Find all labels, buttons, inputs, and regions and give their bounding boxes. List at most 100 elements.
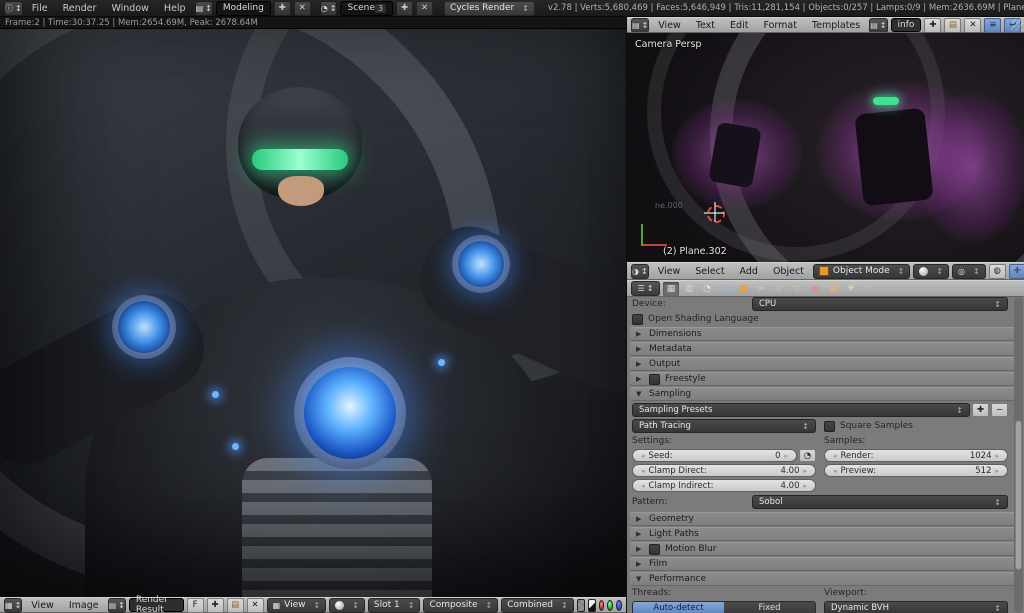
- view-mode-select[interactable]: ▦ View ↕: [267, 598, 327, 613]
- panel-performance[interactable]: ▼ Performance: [630, 572, 1020, 586]
- render-engine-select[interactable]: Cycles Render ↕: [444, 1, 535, 16]
- editor-type-info-button[interactable]: ⓘ↕: [4, 1, 23, 16]
- increment-arrow-icon[interactable]: ▸: [995, 467, 999, 475]
- image-datablock-field[interactable]: Render Result: [129, 598, 184, 612]
- world-tab-icon[interactable]: ◍: [717, 282, 733, 296]
- osl-checkbox[interactable]: [632, 314, 643, 325]
- freestyle-checkbox[interactable]: [649, 374, 660, 385]
- add-layout-button[interactable]: ✚: [274, 1, 291, 16]
- render-pass-select[interactable]: Combined ↕: [501, 598, 573, 613]
- texture-tab-icon[interactable]: ▩: [825, 282, 841, 296]
- panel-light-paths[interactable]: ▶ Light Paths: [630, 527, 1020, 541]
- square-samples-checkbox[interactable]: [824, 421, 835, 432]
- line-numbers-toggle-icon[interactable]: ≡: [984, 18, 1001, 33]
- pack-image-icon[interactable]: ▤: [227, 598, 244, 613]
- menu-format[interactable]: Format: [757, 20, 802, 31]
- remove-preset-button[interactable]: −: [991, 403, 1008, 417]
- translate-manipulator-icon[interactable]: ✛: [1009, 264, 1024, 279]
- scene-browse-button[interactable]: ◔↕: [320, 1, 338, 16]
- pin-sphere-select[interactable]: ↕: [329, 598, 365, 613]
- decrement-arrow-icon[interactable]: ◂: [833, 467, 837, 475]
- material-tab-icon[interactable]: ◉: [807, 282, 823, 296]
- panel-dimensions[interactable]: ▶ Dimensions: [630, 327, 1020, 341]
- editor-type-properties-button[interactable]: ☰↕: [631, 281, 660, 296]
- menu-view[interactable]: View: [652, 266, 687, 277]
- new-text-button[interactable]: ✚: [924, 18, 941, 33]
- screen-layout-field[interactable]: Modeling: [216, 1, 271, 16]
- fake-user-button[interactable]: F: [187, 598, 204, 613]
- modifiers-tab-icon[interactable]: ⚙: [771, 282, 787, 296]
- decrement-arrow-icon[interactable]: ◂: [833, 452, 837, 460]
- physics-tab-icon[interactable]: ◌: [861, 282, 877, 296]
- manipulator-toggle-icon[interactable]: ◍: [989, 264, 1006, 279]
- render-samples-field[interactable]: ◂ Render: 1024 ▸: [824, 449, 1008, 462]
- pivot-point-select[interactable]: ◎ ↕: [952, 264, 986, 279]
- decrement-arrow-icon[interactable]: ◂: [641, 452, 645, 460]
- green-channel-icon[interactable]: [607, 600, 613, 611]
- editor-type-text-button[interactable]: ▤↕: [631, 18, 649, 33]
- screen-layout-browse-button[interactable]: ▤↕: [195, 1, 213, 16]
- menu-select[interactable]: Select: [689, 266, 730, 277]
- red-channel-icon[interactable]: [599, 600, 605, 611]
- text-datablock-field[interactable]: info: [891, 18, 922, 32]
- panel-geometry[interactable]: ▶ Geometry: [630, 512, 1020, 526]
- increment-arrow-icon[interactable]: ▸: [784, 452, 788, 460]
- region-resize-grip[interactable]: [1011, 19, 1023, 31]
- panel-metadata[interactable]: ▶ Metadata: [630, 342, 1020, 356]
- render-slot-select[interactable]: Slot 1 ↕: [368, 598, 421, 613]
- fixed-button[interactable]: Fixed: [724, 602, 815, 613]
- device-select[interactable]: CPU ↕: [752, 297, 1008, 311]
- blue-channel-icon[interactable]: [616, 600, 622, 611]
- new-image-button[interactable]: ✚: [207, 598, 224, 613]
- seed-field[interactable]: ◂ Seed: 0 ▸: [632, 449, 797, 462]
- delete-scene-button[interactable]: ✕: [416, 1, 433, 16]
- integrator-select[interactable]: Path Tracing ↕: [632, 419, 816, 433]
- render-tab-icon[interactable]: ▦: [663, 282, 679, 296]
- render-result-image[interactable]: [0, 29, 626, 598]
- panel-output[interactable]: ▶ Output: [630, 357, 1020, 371]
- increment-arrow-icon[interactable]: ▸: [803, 482, 807, 490]
- menu-templates[interactable]: Templates: [806, 20, 866, 31]
- menu-text[interactable]: Text: [690, 20, 721, 31]
- particles-tab-icon[interactable]: ✳: [843, 282, 859, 296]
- menu-object[interactable]: Object: [767, 266, 810, 277]
- data-tab-icon[interactable]: ▽: [789, 282, 805, 296]
- interaction-mode-select[interactable]: Object Mode ↕: [813, 264, 910, 279]
- panel-film[interactable]: ▶ Film: [630, 557, 1020, 571]
- delete-layout-button[interactable]: ✕: [294, 1, 311, 16]
- animate-seed-clock-icon[interactable]: ◔: [799, 449, 816, 462]
- menu-help[interactable]: Help: [158, 3, 192, 14]
- properties-scrollbar-thumb[interactable]: [1015, 420, 1022, 570]
- menu-view[interactable]: View: [652, 20, 687, 31]
- menu-view[interactable]: View: [25, 600, 60, 611]
- pack-text-icon[interactable]: ▤: [944, 18, 961, 33]
- auto-detect-button[interactable]: Auto-detect: [633, 602, 724, 613]
- object-tab-icon[interactable]: ■: [735, 282, 751, 296]
- sampling-presets-select[interactable]: Sampling Presets ↕: [632, 403, 970, 417]
- panel-sampling[interactable]: ▼ Sampling: [630, 387, 1020, 401]
- constraints-tab-icon[interactable]: ∞: [753, 282, 769, 296]
- pattern-select[interactable]: Sobol ↕: [752, 495, 1008, 509]
- image-browse-button[interactable]: ▤↕: [108, 598, 126, 613]
- add-scene-button[interactable]: ✚: [396, 1, 413, 16]
- unlink-image-button[interactable]: ✕: [247, 598, 264, 613]
- clamp-direct-field[interactable]: ◂ Clamp Direct: 4.00 ▸: [632, 464, 816, 477]
- 3d-viewport[interactable]: Camera Persp ne.000 (2) Plane.302: [627, 33, 1024, 262]
- menu-add[interactable]: Add: [734, 266, 764, 277]
- menu-window[interactable]: Window: [105, 3, 154, 14]
- decrement-arrow-icon[interactable]: ◂: [641, 482, 645, 490]
- menu-file[interactable]: File: [26, 3, 54, 14]
- add-preset-button[interactable]: ✚: [972, 403, 989, 417]
- panel-freestyle[interactable]: ▶ Freestyle: [630, 372, 1020, 386]
- menu-edit[interactable]: Edit: [724, 20, 754, 31]
- text-browse-button[interactable]: ▤↕: [869, 18, 887, 33]
- increment-arrow-icon[interactable]: ▸: [803, 467, 807, 475]
- decrement-arrow-icon[interactable]: ◂: [641, 467, 645, 475]
- render-layer-select[interactable]: Composite ↕: [423, 598, 498, 613]
- clamp-indirect-field[interactable]: ◂ Clamp Indirect: 4.00 ▸: [632, 479, 816, 492]
- unlink-text-button[interactable]: ✕: [964, 18, 981, 33]
- alpha-channel-icon[interactable]: [588, 599, 596, 612]
- render-layers-tab-icon[interactable]: ▥: [681, 282, 697, 296]
- scene-field[interactable]: Scene 3: [340, 1, 393, 16]
- motion-blur-checkbox[interactable]: [649, 544, 660, 555]
